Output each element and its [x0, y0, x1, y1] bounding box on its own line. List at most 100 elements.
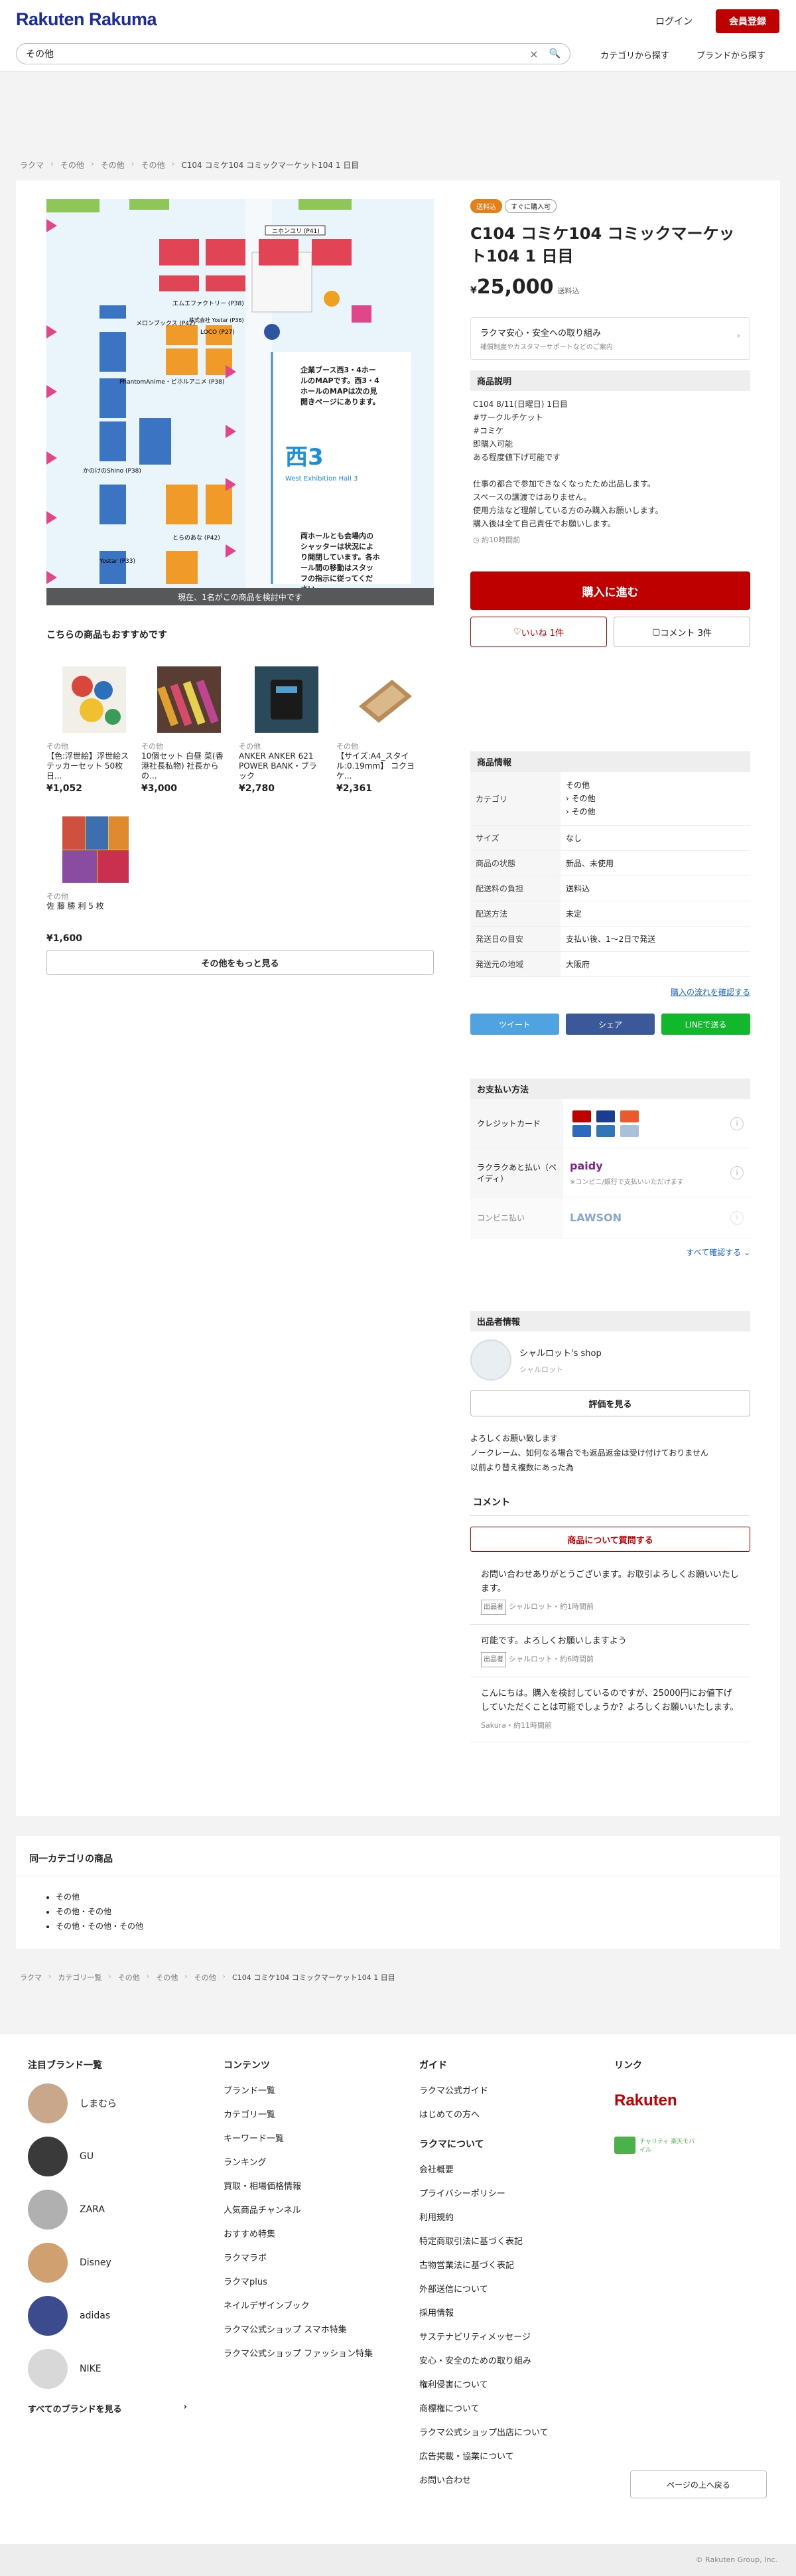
recommend-item[interactable]: その他 佐 藤 勝 利 5 枚 ¥1,600: [46, 816, 131, 944]
recommend-item[interactable]: その他 【色:浮世絵】浮世絵ステッカーセット 50枚 日... ¥1,052: [46, 666, 131, 794]
seller-profile[interactable]: シャルロット's shop シャルロット: [470, 1339, 750, 1381]
breadcrumb-item[interactable]: その他: [141, 159, 165, 171]
footer-link[interactable]: サステナビリティメッセージ: [419, 2330, 578, 2342]
brand-link[interactable]: Disney: [28, 2243, 187, 2283]
footer-link[interactable]: プライバシーポリシー: [419, 2186, 578, 2199]
breadcrumb-item[interactable]: ラクマ: [20, 1972, 42, 1983]
same-category-link[interactable]: その他・その他: [56, 1907, 111, 1916]
chevron-right-icon: ›: [736, 331, 740, 341]
recommend-item[interactable]: その他 10個セット 白昼 菜(香港社長私物) 社長からの... ¥3,000: [141, 666, 226, 794]
item-name: 佐 藤 勝 利 5 枚: [46, 901, 104, 911]
review-button[interactable]: 評価を見る: [470, 1390, 750, 1416]
same-category-link[interactable]: その他・その他・その他: [56, 1922, 143, 1931]
item-name: 【色:浮世絵】浮世絵ステッカーセット 50枚 日...: [46, 751, 129, 781]
footer-link[interactable]: 古物営業法に基づく表記: [419, 2258, 578, 2271]
category-search-link[interactable]: カテゴリから探す: [600, 48, 669, 61]
info-icon[interactable]: i: [730, 1116, 744, 1130]
same-category-link[interactable]: その他: [56, 1892, 80, 1902]
footer-link[interactable]: 利用規約: [419, 2210, 578, 2223]
price-shipping-note: 送料込: [557, 287, 580, 295]
purchase-flow-link[interactable]: 購入の流れを確認する: [470, 986, 750, 998]
brand-link[interactable]: NIKE: [28, 2349, 187, 2389]
heart-icon: ♡: [513, 627, 521, 637]
footer-link[interactable]: 人気商品チャンネル: [224, 2203, 383, 2216]
item-price: ¥2,780: [239, 783, 275, 794]
footer-link[interactable]: ラクマラボ: [224, 2251, 383, 2263]
footer-link[interactable]: 安心・安全のための取り組み: [419, 2354, 578, 2366]
breadcrumb-item[interactable]: その他: [101, 159, 125, 171]
product-title: C104 コミケ104 コミックマーケット104 1 日目: [470, 224, 735, 265]
footer-link[interactable]: 買取・相場価格情報: [224, 2179, 383, 2192]
breadcrumb-bottom: ラクマ › カテゴリ一覧 › その他 › その他 › その他 › C104 コミケ104 …: [20, 1972, 395, 1983]
ask-question-button[interactable]: 商品について質問する: [470, 1527, 750, 1552]
footer-link[interactable]: ブランド一覧: [224, 2084, 383, 2096]
footer-link[interactable]: はじめての方へ: [419, 2107, 578, 2120]
product-photo[interactable]: ニホンユリ (P41) エムエファクトリー (P38) メロンブックス (P42…: [46, 199, 434, 605]
brand-search-link[interactable]: ブランドから探す: [696, 48, 765, 61]
breadcrumb-item[interactable]: その他: [118, 1972, 140, 1983]
footer-link[interactable]: 採用情報: [419, 2306, 578, 2318]
rakuma-logo[interactable]: Rakuten Rakuma: [16, 9, 157, 30]
footer-link[interactable]: 会社概要: [419, 2162, 578, 2175]
info-icon[interactable]: i: [730, 1211, 744, 1225]
footer-link[interactable]: ラクマ公式ショップ スマホ特集: [224, 2322, 383, 2335]
all-brands-link[interactable]: すべてのブランドを見る ›: [28, 2402, 187, 2415]
footer-link[interactable]: 広告掲載・協業について: [419, 2449, 578, 2462]
footer-link[interactable]: 外部送信について: [419, 2282, 578, 2295]
tweet-button[interactable]: ツイート: [470, 1014, 559, 1035]
item-thumbnail: [62, 666, 126, 733]
line-share-button[interactable]: LINEで送る: [661, 1014, 750, 1035]
item-category: その他: [141, 742, 163, 751]
info-table: カテゴリ その他 › その他 › その他 サイズ なし 商品の状態 新品、未使用 配送…: [470, 772, 750, 977]
footer-link[interactable]: おすすめ特集: [224, 2227, 383, 2239]
breadcrumb-item[interactable]: その他: [60, 159, 84, 171]
safety-info-box[interactable]: ラクマ安心・安全への取り組み 補償制度やカスタマーサポートなどのご案内 ›: [470, 317, 750, 360]
brand-name: しまむら: [80, 2099, 117, 2109]
back-to-top-button[interactable]: ページの上へ戻る: [630, 2470, 767, 2498]
footer-link[interactable]: ランキング: [224, 2155, 383, 2168]
facebook-share-button[interactable]: シェア: [566, 1014, 655, 1035]
info-value: 送料込: [561, 875, 750, 901]
brand-link[interactable]: adidas: [28, 2296, 187, 2336]
breadcrumb-item[interactable]: ラクマ: [20, 159, 44, 171]
info-value-category[interactable]: その他 › その他 › その他: [561, 772, 750, 826]
register-button[interactable]: 会員登録: [716, 9, 779, 33]
clear-icon[interactable]: ×: [529, 48, 538, 60]
breadcrumb-item[interactable]: その他: [194, 1972, 216, 1983]
footer-links: リンク Rakuten チャリティ 楽天モバイル: [614, 2058, 773, 2154]
buy-button[interactable]: 購入に進む: [470, 571, 750, 610]
footer-link[interactable]: ラクマ公式ショップ ファッション特集: [224, 2346, 383, 2359]
search-value[interactable]: その他: [26, 47, 529, 60]
search-icon[interactable]: 🔍: [549, 48, 561, 59]
footer-link[interactable]: ラクマplus: [224, 2275, 383, 2287]
footer-link[interactable]: カテゴリ一覧: [224, 2107, 383, 2120]
footer-link[interactable]: キーワード一覧: [224, 2131, 383, 2144]
recommend-item[interactable]: その他 【サイズ:A4_スタイル:0.19mm】 コクヨ ケ... ¥2,361: [336, 666, 421, 794]
footer-link[interactable]: 特定商取引法に基づく表記: [419, 2234, 578, 2247]
brand-link[interactable]: しまむら: [28, 2084, 187, 2123]
footer-link[interactable]: ラクマ公式ショップ出店について: [419, 2425, 578, 2438]
comment-count-button[interactable]: ▢ コメント 3件: [614, 617, 750, 647]
brand-link[interactable]: GU: [28, 2137, 187, 2176]
paidy-note: ※コンビニ/銀行で支払いいただけます: [570, 1178, 684, 1186]
footer-link[interactable]: 商標権について: [419, 2401, 578, 2414]
footer-brands: 注目ブランド一覧 しまむら GU ZARA Disney adidas NIKE…: [28, 2058, 187, 2415]
footer-link[interactable]: 権利侵害について: [419, 2378, 578, 2390]
breadcrumb-item[interactable]: カテゴリ一覧: [58, 1972, 101, 1983]
search-input[interactable]: その他 × 🔍: [16, 43, 570, 64]
recommend-item[interactable]: その他 ANKER ANKER 621 POWER BANK・ブラック ¥2,7…: [239, 666, 324, 794]
info-icon[interactable]: i: [730, 1166, 744, 1179]
eco-banner[interactable]: チャリティ 楽天モバイル: [614, 2137, 773, 2154]
see-more-button[interactable]: その他をもっと見る: [46, 950, 434, 975]
map-booth-label: ニホンユリ (P41): [272, 228, 320, 235]
footer-link[interactable]: ネイルデザインブック: [224, 2299, 383, 2311]
footer-link[interactable]: お問い合わせ: [419, 2473, 578, 2486]
login-link[interactable]: ログイン: [655, 15, 693, 28]
breadcrumb-item[interactable]: その他: [156, 1972, 178, 1983]
like-button[interactable]: ♡ いいね 1件: [470, 617, 607, 647]
info-row: 発送日の目安 支払い後、1〜2日で発送: [470, 926, 750, 952]
rakuten-logo[interactable]: Rakuten: [614, 2091, 773, 2110]
brand-link[interactable]: ZARA: [28, 2190, 187, 2230]
footer-link[interactable]: ラクマ公式ガイド: [419, 2084, 578, 2096]
see-all-payment-link[interactable]: すべて確認する ⌄: [470, 1247, 750, 1258]
